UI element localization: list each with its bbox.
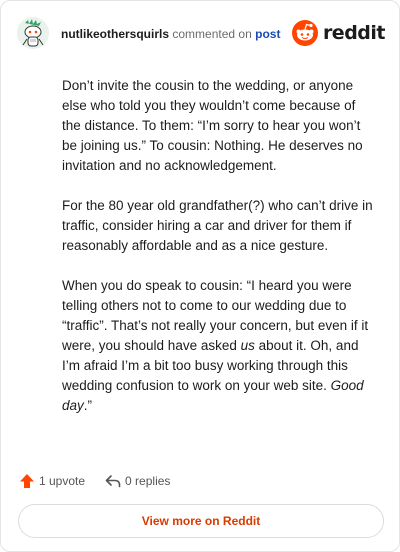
comment-byline: nutlikeothersquirls commented on post [61, 26, 280, 42]
comment-paragraph-1: Don’t invite the cousin to the wedding, … [62, 78, 363, 173]
commented-on-label: commented on [172, 27, 252, 41]
upvote-button[interactable]: 1 upvote [19, 473, 85, 489]
upvote-arrow-icon [20, 474, 34, 488]
comment-actions: 1 upvote 0 replies [19, 471, 170, 491]
comment-body: Don’t invite the cousin to the wedding, … [62, 76, 374, 436]
username-link[interactable]: nutlikeothersquirls [61, 27, 169, 41]
paragraph-3-text-c: .” [83, 398, 93, 413]
reddit-snoo-icon [291, 20, 318, 46]
reddit-wordmark: reddit [322, 22, 386, 44]
reply-arrow-icon [105, 475, 121, 488]
snoo-avatar-icon [17, 17, 49, 49]
comment-paragraph-2: For the 80 year old grandfather(?) who c… [62, 198, 373, 253]
user-avatar[interactable] [17, 17, 49, 49]
comment-header: nutlikeothersquirls commented on post re… [17, 17, 386, 53]
upvote-count: 1 upvote [39, 474, 86, 488]
emphasis-us: us [240, 338, 255, 353]
embedded-comment-card: nutlikeothersquirls commented on post re… [0, 0, 400, 552]
post-link[interactable]: post [255, 27, 280, 41]
comment-paragraph-3: When you do speak to cousin: “I heard yo… [62, 276, 374, 416]
view-more-on-reddit-button[interactable]: View more on Reddit [18, 504, 384, 538]
reddit-logo[interactable]: reddit [291, 20, 386, 46]
replies-button[interactable]: 0 replies [105, 473, 170, 489]
replies-count: 0 replies [125, 474, 171, 488]
